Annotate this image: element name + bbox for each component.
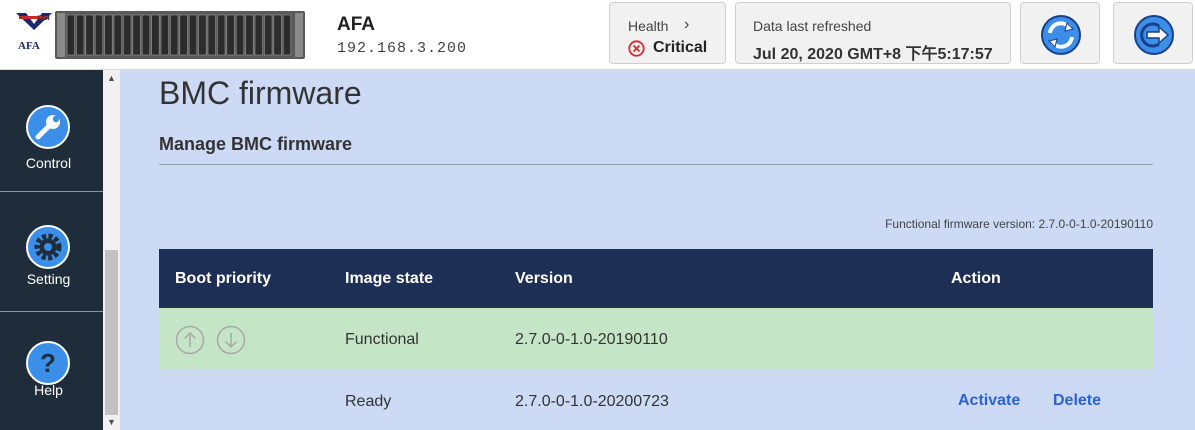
table-row: Functional 2.7.0-0-1.0-20190110 — [159, 308, 1153, 370]
health-label: Health — [628, 18, 669, 34]
gear-icon — [26, 225, 70, 269]
refresh-timestamp: Jul 20, 2020 GMT+8 下午5:17:57 — [753, 46, 993, 63]
sidebar-item-label: Help — [34, 382, 63, 398]
vertical-scrollbar[interactable]: ▲ ▼ — [103, 70, 120, 430]
activate-button[interactable]: Activate — [958, 392, 1020, 410]
scroll-down-icon[interactable]: ▼ — [107, 418, 116, 427]
data-refresh-panel: Data last refreshed Jul 20, 2020 GMT+8 下… — [735, 2, 1011, 64]
column-header-version: Version — [515, 270, 573, 287]
storage-enclosure-image — [55, 11, 305, 59]
health-status: Critical — [628, 39, 707, 57]
sidebar-item-label: Setting — [26, 271, 71, 287]
column-header-boot-priority: Boot priority — [175, 270, 271, 287]
svg-text:?: ? — [40, 348, 56, 378]
version-cell: 2.7.0-0-1.0-20190110 — [515, 331, 668, 348]
delete-button[interactable]: Delete — [1053, 392, 1101, 410]
column-header-image-state: Image state — [345, 270, 434, 287]
critical-icon — [628, 39, 645, 57]
column-header-action: Action — [951, 270, 1001, 287]
header: USI AFA AFA 192.168.3.200 Health › Criti… — [0, 0, 1195, 70]
brand-logo: USI AFA — [14, 10, 54, 58]
logout-icon — [1134, 15, 1174, 55]
table-row: Ready 2.7.0-0-1.0-20200723 Activate Dele… — [159, 370, 1153, 430]
sidebar-item-control[interactable]: Control — [0, 70, 103, 192]
refresh-icon — [1041, 15, 1081, 55]
sidebar-item-setting[interactable]: Setting — [0, 192, 103, 312]
move-up-icon[interactable] — [175, 325, 205, 355]
question-icon: ? — [26, 341, 70, 385]
svg-text:USI: USI — [38, 15, 50, 22]
sidebar-item-label: Control — [25, 155, 72, 171]
wrench-icon — [26, 105, 70, 149]
section-title: Manage BMC firmware — [159, 134, 353, 154]
refresh-label: Data last refreshed — [753, 18, 872, 34]
logout-button[interactable] — [1113, 2, 1193, 64]
image-state-cell: Functional — [345, 331, 419, 348]
image-state-cell: Ready — [345, 393, 392, 410]
scroll-up-icon[interactable]: ▲ — [107, 74, 116, 83]
move-down-icon[interactable] — [216, 325, 246, 355]
sidebar-item-help[interactable]: ? Help — [0, 312, 103, 430]
section-divider — [159, 164, 1153, 165]
firmware-table-header: Boot priority Image state Version Action — [159, 249, 1153, 308]
chevron-right-icon: › — [684, 16, 690, 33]
page-title: BMC firmware — [159, 75, 362, 111]
functional-firmware-version: Functional firmware version: 2.7.0-0-1.0… — [885, 217, 1153, 231]
health-status-panel[interactable]: Health › Critical — [609, 2, 726, 64]
logo-text: AFA — [18, 40, 40, 52]
ip-address: 192.168.3.200 — [337, 40, 468, 57]
sidebar: Control Setting ? Help — [0, 70, 103, 430]
version-cell: 2.7.0-0-1.0-20200723 — [515, 393, 669, 410]
refresh-button[interactable] — [1020, 2, 1100, 64]
usi-logo-icon: USI — [16, 13, 52, 30]
app-name: AFA — [337, 14, 375, 35]
health-status-text: Critical — [653, 39, 708, 56]
scroll-thumb[interactable] — [105, 250, 118, 415]
